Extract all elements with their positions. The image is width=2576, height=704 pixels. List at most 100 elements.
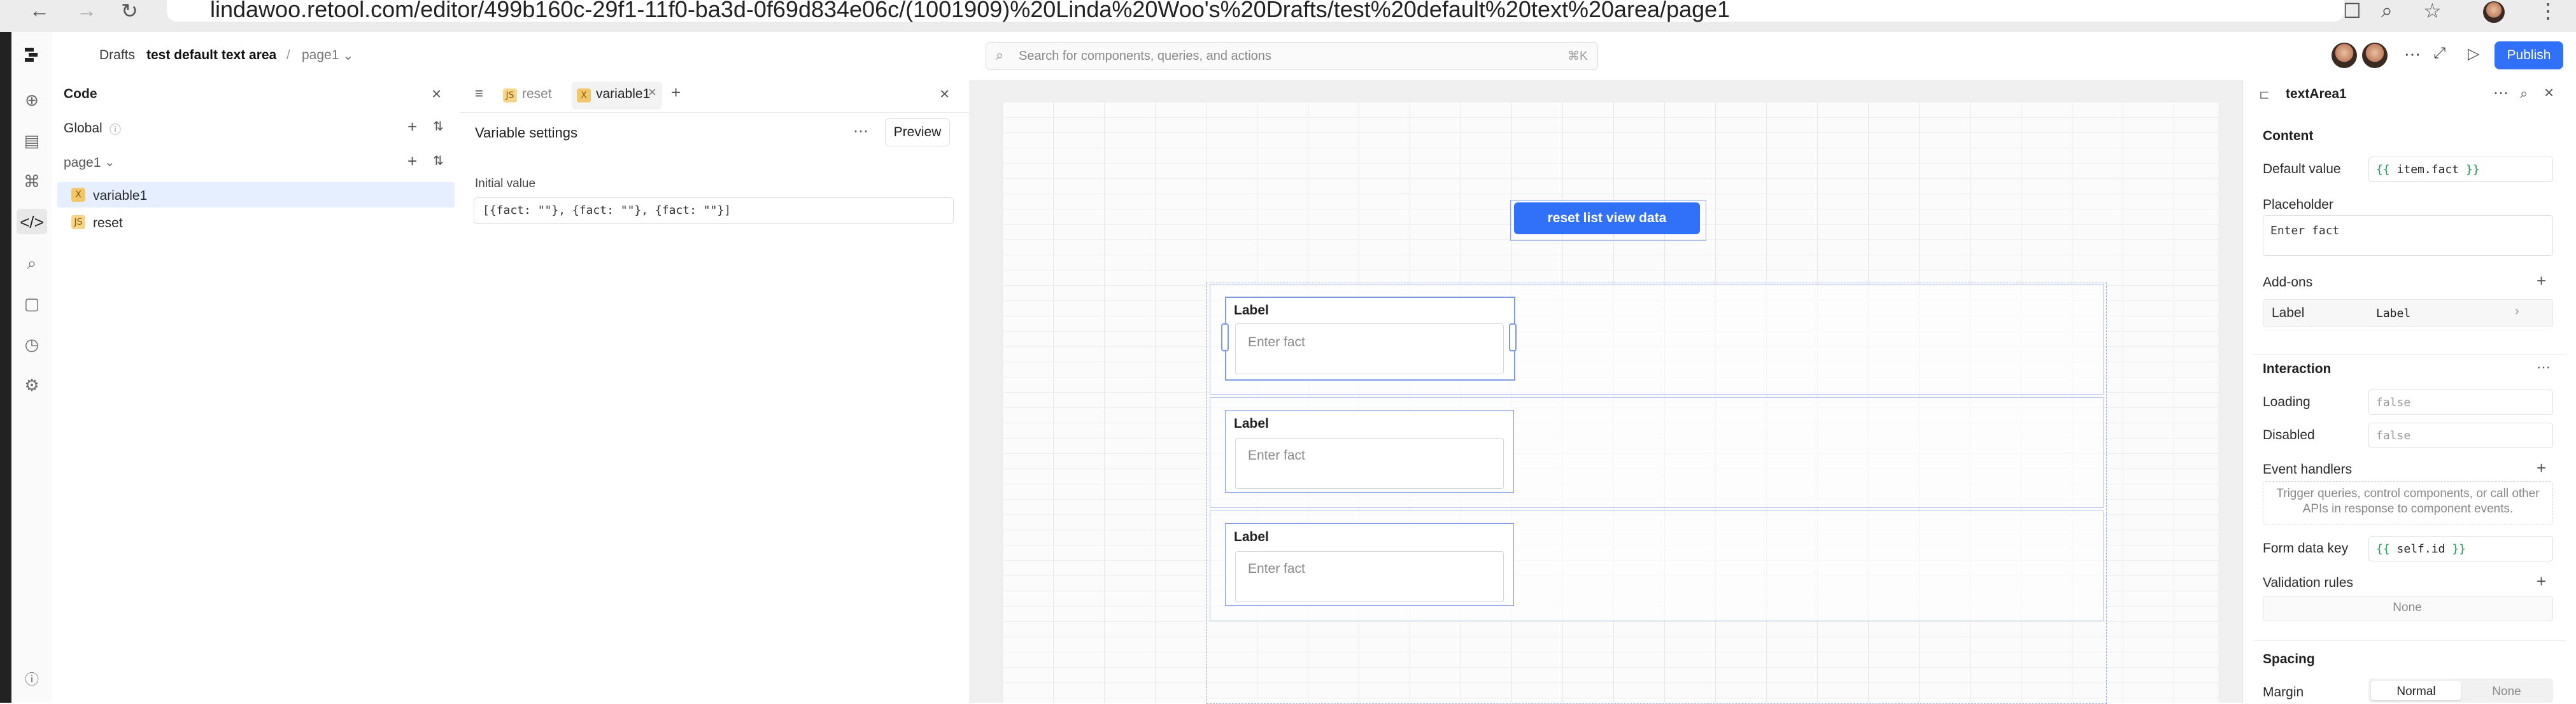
initial-value-label: Initial value [475,177,536,190]
resize-handle-right[interactable] [1509,323,1517,351]
code-panel [52,80,460,703]
text-area-input[interactable] [1235,438,1504,489]
breadcrumb-page[interactable]: page1 [302,48,339,63]
chevron-down-icon[interactable]: ⌄ [104,154,115,170]
menu-icon[interactable]: ≡ [475,85,483,102]
page-section[interactable]: page1 [64,155,101,171]
sort-icon[interactable]: ⇅ [433,118,444,134]
avatar[interactable] [2362,43,2388,68]
window-edge [0,32,11,703]
tree-icon[interactable]: ⌘ [11,172,52,192]
back-arrow-icon[interactable]: ← [29,0,50,22]
list-item[interactable]: variable1 [93,188,147,204]
resize-handle-left[interactable] [1221,323,1229,351]
close-icon[interactable]: × [432,84,441,104]
reload-icon[interactable]: ↻ [121,0,138,23]
help-icon[interactable]: ⓘ [11,668,52,689]
margin-option-none[interactable]: None [2461,685,2552,699]
bookmark-list-icon[interactable]: ☐ [2343,0,2361,23]
section-interaction[interactable]: Interaction [2263,362,2331,377]
variable-icon: X [577,88,591,102]
initial-value-text[interactable]: [{fact: ""}, {fact: ""}, {fact: ""}] [483,204,731,217]
form-data-key-label: Form data key [2263,541,2349,556]
tab-variable1[interactable]: variable1 [596,87,650,102]
more-icon[interactable]: ⋯ [2537,359,2551,376]
reset-list-view-button[interactable]: reset list view data [1514,202,1700,234]
history-icon[interactable]: ◷ [11,335,52,355]
addon-value: Label [2376,307,2411,320]
add-tab-icon[interactable]: + [671,83,681,102]
avatar[interactable] [2332,43,2357,68]
text-area-label: Label [1234,416,1269,431]
default-value-text[interactable]: {{ item.fact }} [2376,163,2480,176]
loading-value[interactable]: false [2376,396,2410,409]
retool-logo-icon[interactable] [23,46,41,64]
code-expression: item.fact [2396,163,2459,176]
disabled-label: Disabled [2263,428,2315,442]
component-type-icon: ⊏ [2259,88,2270,102]
settings-icon[interactable]: ⚙ [11,376,52,395]
add-component-icon[interactable]: ⊕ [11,90,52,110]
close-icon[interactable]: × [648,84,656,101]
event-handlers-hint: Trigger queries, control components, or … [2276,487,2540,516]
plus-icon[interactable]: + [2537,458,2546,478]
text-area-label: Label [1234,303,1269,318]
search-placeholder: Search for components, queries, and acti… [1019,49,1271,63]
zoom-icon[interactable]: ⌕ [2381,0,2393,23]
app-name[interactable]: test default text area [146,48,276,63]
preview-button[interactable]: Preview [885,118,950,146]
search-icon[interactable]: ⌕ [11,253,52,274]
addons-label: Add-ons [2263,275,2313,290]
text-area-input[interactable] [1235,551,1504,602]
variable-editor [460,80,970,703]
text-area-placeholder: Enter fact [1248,448,1305,463]
breadcrumb-drafts[interactable]: Drafts [99,48,135,63]
placeholder-value[interactable]: Enter fact [2270,224,2339,237]
chevron-down-icon[interactable]: ⌄ [343,48,354,64]
more-icon[interactable]: ⋯ [853,122,868,141]
publish-button[interactable]: Publish [2495,41,2563,69]
plus-icon[interactable]: + [407,151,417,171]
component-name[interactable]: textArea1 [2286,87,2347,102]
disabled-value[interactable]: false [2376,429,2410,442]
code-panel-title: Code [64,87,97,101]
tab-reset[interactable]: reset [522,87,552,102]
more-icon[interactable]: ⋯ [2404,45,2421,64]
more-icon[interactable]: ⋯ [2493,84,2509,102]
text-area-placeholder: Enter fact [1248,561,1305,576]
code-icon[interactable]: </> [11,213,52,232]
breadcrumb-separator: / [287,48,290,62]
bookmark-star-icon[interactable]: ☆ [2423,0,2442,23]
expand-icon[interactable]: ⤢ [2433,45,2445,62]
state-icon[interactable]: ▢ [11,294,52,314]
forward-arrow-icon[interactable]: → [76,0,97,22]
search-icon[interactable]: ⌕ [2520,85,2528,102]
text-area-placeholder: Enter fact [1248,335,1305,349]
js-query-icon: JS [503,88,517,102]
chevron-right-icon[interactable]: › [2515,304,2519,319]
url-text[interactable]: lindawoo.retool.com/editor/499b160c-29f1… [210,0,1730,23]
close-icon[interactable]: × [940,84,949,104]
section-spacing[interactable]: Spacing [2263,652,2315,667]
code-expression: self.id [2396,542,2445,556]
form-data-key-text[interactable]: {{ self.id }} [2376,542,2466,556]
margin-option-normal[interactable]: Normal [2371,685,2461,699]
search-icon: ⌕ [996,47,1004,63]
divider [2254,640,2566,641]
global-section[interactable]: Global [64,121,103,136]
plus-icon[interactable]: + [2537,572,2546,591]
pages-icon[interactable]: ▤ [11,131,52,151]
play-icon[interactable]: ▷ [2468,45,2479,63]
sort-icon[interactable]: ⇅ [433,153,444,169]
variable-icon: X [71,188,85,202]
placeholder-label: Placeholder [2263,197,2333,212]
plus-icon[interactable]: + [2537,271,2546,291]
profile-avatar[interactable] [2483,1,2505,23]
plus-icon[interactable]: + [407,117,417,137]
close-icon[interactable]: × [2544,83,2554,102]
code-brace: {{ [2376,542,2390,556]
addon-label: Label [2272,306,2305,320]
list-item[interactable]: reset [93,216,123,231]
section-content[interactable]: Content [2263,129,2313,144]
browser-menu-icon[interactable]: ⋮ [2538,0,2558,23]
